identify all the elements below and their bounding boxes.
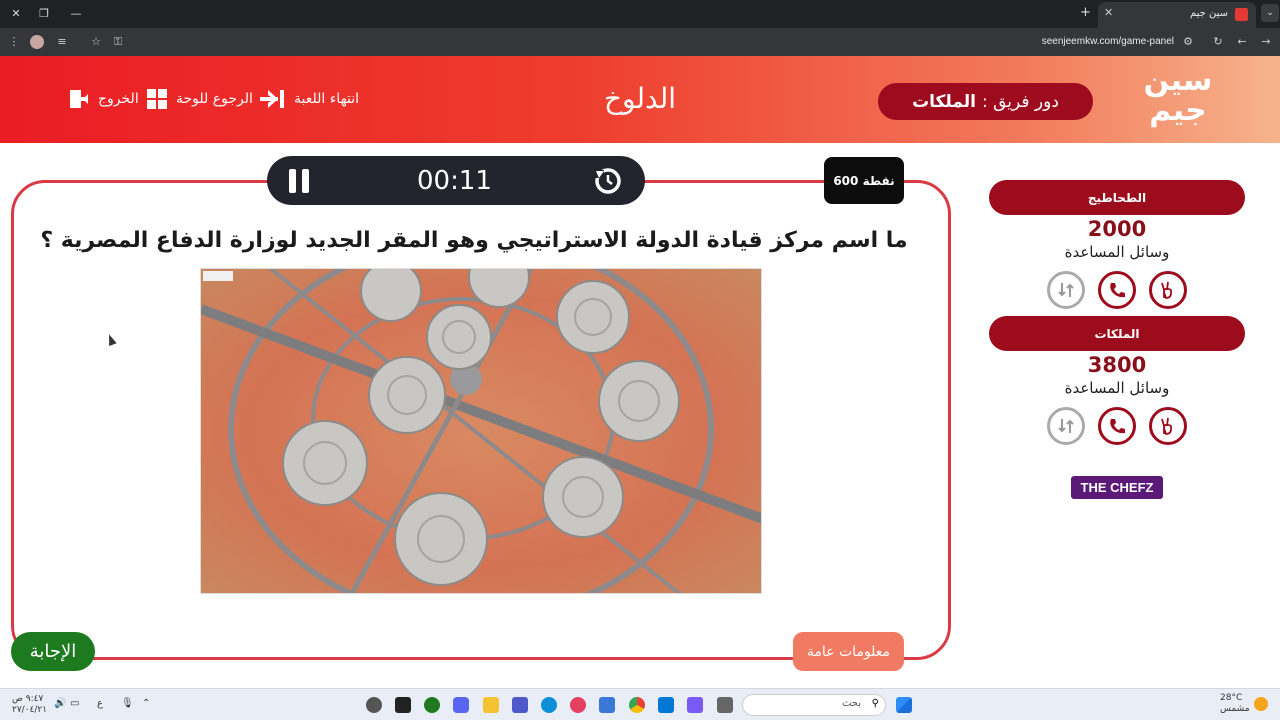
- browser-tab-bar: ✕ ❐ — + ✕ سين جيم ⌄: [0, 0, 1280, 28]
- browser-tab[interactable]: ✕ سين جيم: [1098, 2, 1256, 28]
- timer-bar: 00:11: [267, 156, 645, 205]
- new-tab-icon[interactable]: +: [1080, 5, 1091, 20]
- volume-icon[interactable]: 🔊: [54, 698, 66, 709]
- taskbar-search[interactable]: بحث ⚲: [742, 694, 886, 716]
- search-icon: ⚲: [871, 698, 879, 709]
- start-windows-icon[interactable]: [896, 697, 912, 713]
- restore-window-icon[interactable]: ❐: [34, 4, 54, 24]
- tray-chevron-icon[interactable]: ⌃: [142, 698, 150, 709]
- game-header: الخروج الرجوع للوحة انتهاء اللعبة الدلوخ…: [0, 56, 1280, 143]
- phone-aid-icon[interactable]: [1098, 407, 1136, 445]
- reading-list-icon[interactable]: ≡: [54, 34, 70, 50]
- weather-temp: 28°C: [1220, 693, 1243, 703]
- language-indicator[interactable]: ع: [97, 698, 103, 709]
- team-score: 2000: [1087, 217, 1147, 241]
- search-label: بحث: [841, 698, 861, 709]
- turn-indicator: دور فريق : الملكات: [878, 83, 1093, 120]
- site-settings-icon[interactable]: ⚙: [1180, 34, 1196, 50]
- team-name-bar: الملكات: [989, 316, 1245, 351]
- exit-door-icon: [70, 90, 88, 108]
- back-icon[interactable]: →: [1258, 34, 1274, 50]
- back-to-board-button[interactable]: الرجوع للوحة: [146, 86, 253, 112]
- grid-icon: [147, 89, 167, 109]
- weather-widget[interactable]: 28°C مشمس: [1220, 693, 1250, 715]
- clock-time: ٩:٤٧ ص: [12, 694, 44, 704]
- menu-dots-icon[interactable]: ⋮: [6, 34, 22, 50]
- question-points-badge: 600 نقطة: [824, 157, 904, 204]
- exit-label: الخروج: [98, 91, 139, 107]
- site-logo[interactable]: سين جيم: [1142, 66, 1214, 134]
- bookmark-star-icon[interactable]: ☆: [88, 34, 104, 50]
- turn-prefix: دور فريق :: [981, 91, 1059, 112]
- taskbar: ٩:٤٧ ص ٢٧/٠٤/٢١ 🔊 ▭ ع 🎙 ⌃ بحث ⚲ 28°C مشم…: [0, 688, 1280, 720]
- taskbar-clock[interactable]: ٩:٤٧ ص ٢٧/٠٤/٢١: [12, 694, 47, 716]
- weather-desc: مشمس: [1220, 704, 1250, 714]
- question-text: ما اسم مركز قيادة الدولة الاستراتيجي وهو…: [40, 228, 908, 253]
- turn-team-name: الملكات: [912, 91, 976, 112]
- tab-favicon-icon: [1235, 8, 1248, 21]
- clock-date: ٢٧/٠٤/٢١: [12, 705, 48, 715]
- password-key-icon[interactable]: ⚿: [110, 34, 126, 50]
- phone-aid-icon[interactable]: [1098, 271, 1136, 309]
- close-window-icon[interactable]: ✕: [6, 4, 26, 24]
- category-badge: معلومات عامة: [793, 632, 904, 671]
- victory-hand-aid-icon[interactable]: [1149, 407, 1187, 445]
- end-game-button[interactable]: انتهاء اللعبة: [258, 86, 359, 112]
- swap-aid-icon[interactable]: [1047, 271, 1085, 309]
- browser-toolbar: ⋮ ≡ ☆ ⚿ seenjeemkw.com/game-panel ⚙ ↻ ← …: [0, 28, 1280, 56]
- epic-games-icon[interactable]: [395, 697, 411, 713]
- aids-label: وسائل المساعدة: [1064, 379, 1170, 397]
- timer-value: 00:11: [417, 166, 492, 196]
- exit-button[interactable]: الخروج: [68, 86, 139, 112]
- teams-icon[interactable]: [512, 697, 528, 713]
- network-icon[interactable]: ▭: [70, 698, 79, 709]
- file-explorer-icon[interactable]: [483, 697, 499, 713]
- show-answer-button[interactable]: الإجابة: [11, 632, 95, 671]
- reload-icon[interactable]: ↻: [1210, 34, 1226, 50]
- reset-timer-icon[interactable]: [593, 166, 623, 196]
- app-icon-window[interactable]: [717, 697, 733, 713]
- store-icon[interactable]: [599, 697, 615, 713]
- forward-icon[interactable]: ←: [1234, 34, 1250, 50]
- swap-aid-icon[interactable]: [1047, 407, 1085, 445]
- discord-icon[interactable]: [453, 697, 469, 713]
- microphone-icon[interactable]: 🎙: [121, 698, 134, 709]
- address-bar-url[interactable]: seenjeemkw.com/game-panel: [1042, 36, 1174, 47]
- tab-close-icon[interactable]: ✕: [1104, 6, 1113, 19]
- back-to-board-label: الرجوع للوحة: [176, 91, 253, 107]
- outlook-icon[interactable]: [658, 697, 674, 713]
- music-icon[interactable]: [570, 697, 586, 713]
- game-title: الدلوخ: [603, 82, 677, 115]
- arrow-to-line-icon: [260, 90, 284, 108]
- victory-hand-aid-icon[interactable]: [1149, 271, 1187, 309]
- end-game-label: انتهاء اللعبة: [294, 91, 360, 107]
- tab-search-icon[interactable]: ⌄: [1261, 4, 1279, 22]
- pause-icon[interactable]: [289, 169, 311, 193]
- sun-weather-icon: [1254, 697, 1268, 711]
- app-icon-recorder[interactable]: [366, 697, 382, 713]
- copilot-icon[interactable]: [687, 697, 703, 713]
- tab-title: سين جيم: [1189, 8, 1228, 19]
- team-score: 3800: [1087, 353, 1147, 377]
- chrome-icon[interactable]: [629, 697, 645, 713]
- sponsor-logo: THE CHEFZ: [1071, 476, 1163, 499]
- xbox-icon[interactable]: [424, 697, 440, 713]
- aerial-photo-image: [201, 269, 761, 593]
- profile-avatar[interactable]: [30, 35, 44, 49]
- question-image: [200, 268, 762, 594]
- team-name-bar: الطحاطيج: [989, 180, 1245, 215]
- aids-label: وسائل المساعدة: [1064, 243, 1170, 261]
- minimize-window-icon[interactable]: —: [66, 4, 86, 24]
- edge-icon[interactable]: [541, 697, 557, 713]
